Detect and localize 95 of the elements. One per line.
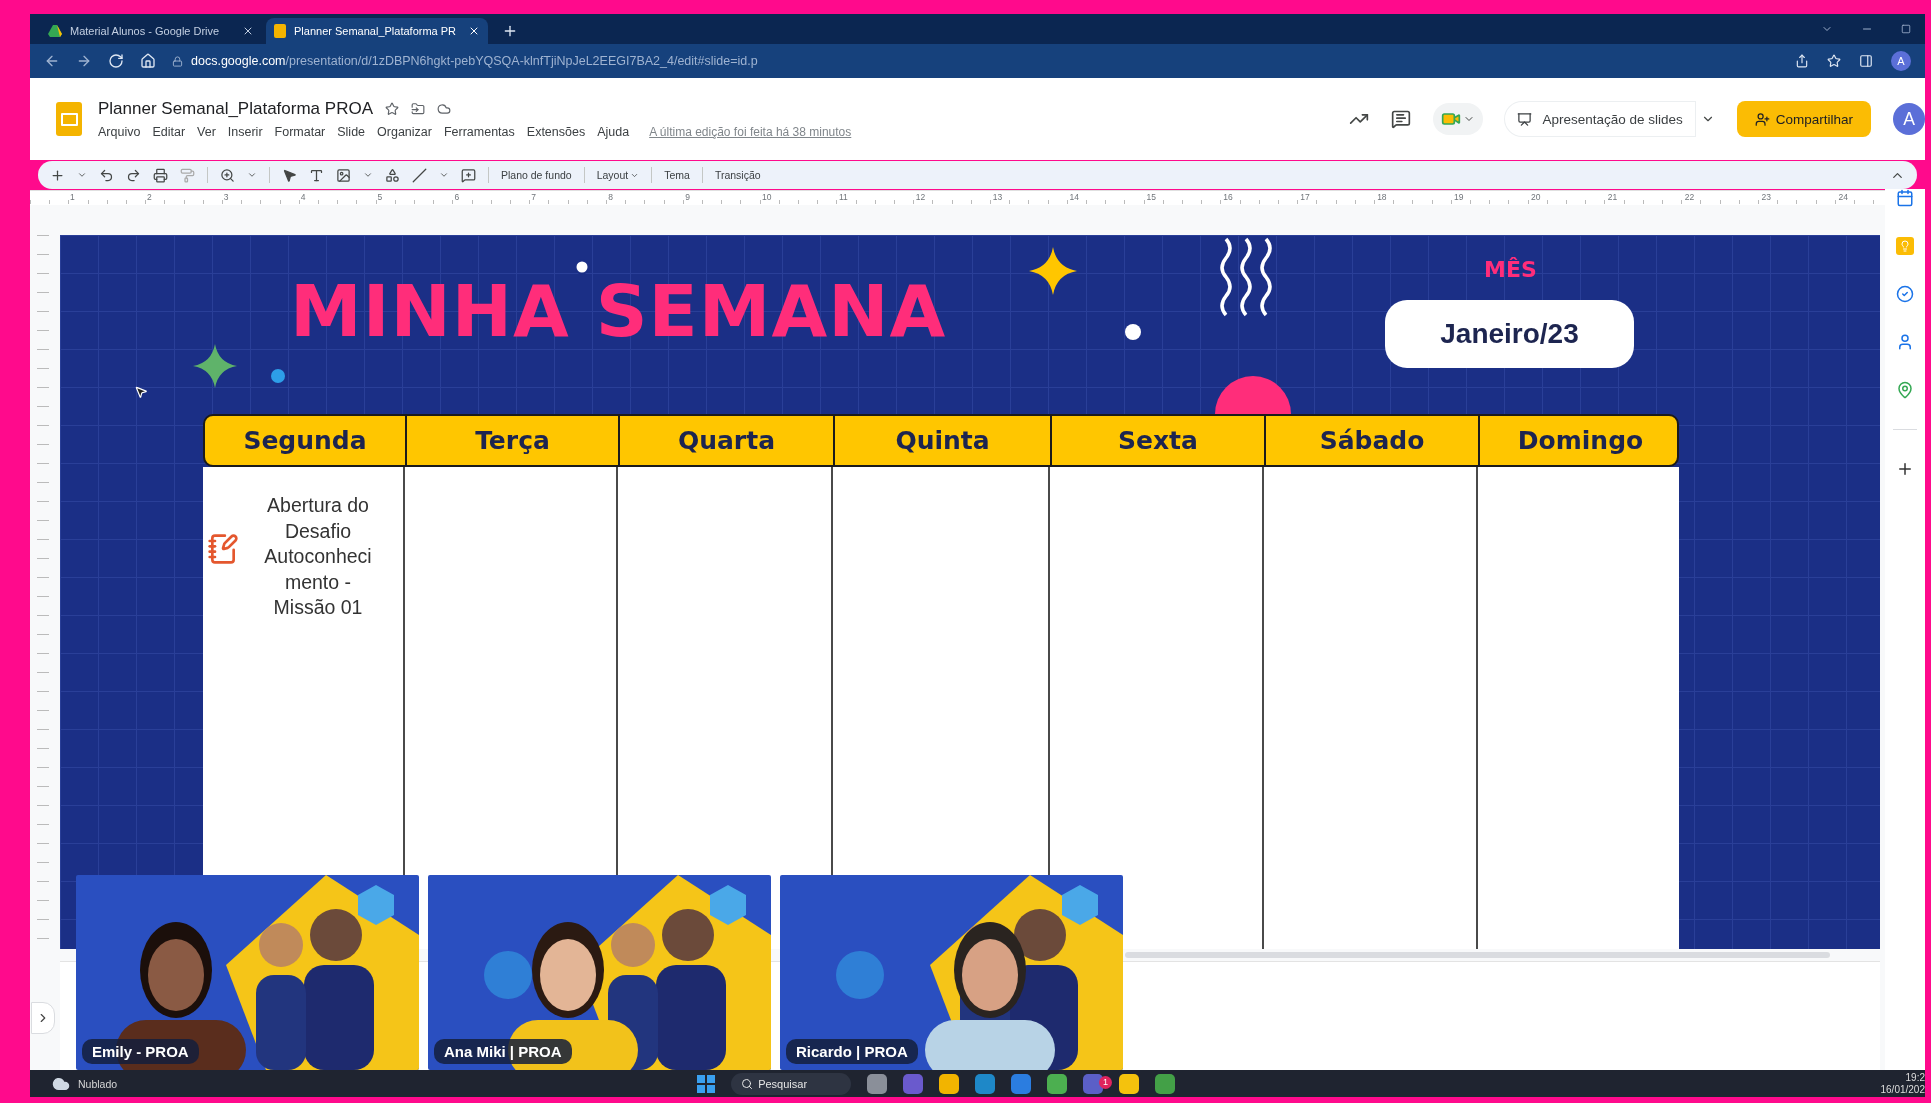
caret-icon[interactable] <box>363 170 373 180</box>
toolbar-button[interactable]: Plano de fundo <box>501 169 572 181</box>
caret-icon[interactable] <box>247 170 257 180</box>
app-icon[interactable] <box>975 1073 996 1094</box>
share-button[interactable]: Compartilhar <box>1736 101 1871 137</box>
zoom-icon[interactable] <box>220 167 235 183</box>
scrollbar[interactable] <box>1125 952 1830 958</box>
caret-icon[interactable] <box>77 170 87 180</box>
present-icon <box>1517 111 1533 127</box>
day-header: Segunda <box>242 425 368 457</box>
menu-item[interactable]: Slide <box>337 125 366 139</box>
menu-item[interactable]: Extensões <box>526 125 586 139</box>
comments-icon[interactable] <box>1391 109 1412 129</box>
tasks-icon[interactable] <box>1896 285 1914 303</box>
share-icon[interactable] <box>1795 54 1809 68</box>
profile-avatar[interactable]: A <box>1891 51 1911 71</box>
close-icon[interactable] <box>242 25 254 37</box>
menu-item[interactable]: Formatar <box>274 125 326 139</box>
forward-icon[interactable] <box>76 53 92 69</box>
document-title[interactable]: Planner Semanal_Plataforma PROA <box>98 99 373 119</box>
month-pill: Janeiro/23 <box>1385 300 1634 368</box>
menu-item[interactable]: Inserir <box>227 125 263 139</box>
task-entry: Abertura do Desafio Autoconheci mento - Missão 01 <box>263 493 373 620</box>
add-icon[interactable] <box>50 167 65 183</box>
calendar-icon[interactable] <box>1896 189 1914 207</box>
slide-title: MINHA SEMANA <box>290 275 947 347</box>
weather-text[interactable]: Nublado <box>78 1077 118 1090</box>
print-icon[interactable] <box>153 167 168 183</box>
back-icon[interactable] <box>44 53 60 69</box>
image-icon[interactable] <box>336 167 351 183</box>
dot-icon <box>271 369 285 383</box>
close-icon[interactable] <box>468 25 480 37</box>
day-header: Quinta <box>833 416 1050 465</box>
participant-name: Emily - PROA <box>82 1039 199 1064</box>
meet-button[interactable] <box>1433 103 1484 135</box>
menu-item[interactable]: Organizar <box>377 125 432 139</box>
reload-icon[interactable] <box>108 53 124 69</box>
comment-icon[interactable] <box>461 167 476 183</box>
last-edit-link[interactable]: A última edição foi feita há 38 minutos <box>649 125 852 139</box>
day-header: Sexta <box>1050 416 1264 465</box>
app-icon[interactable] <box>1011 1073 1032 1094</box>
participant-name: Ricardo | PROA <box>786 1039 918 1064</box>
add-icon[interactable] <box>1896 460 1914 478</box>
cursor-icon <box>134 385 148 399</box>
triangle-icon <box>48 25 62 37</box>
browser-tab[interactable]: Planner Semanal_Plataforma PR <box>266 18 488 44</box>
redo-icon[interactable] <box>126 167 141 183</box>
search-icon <box>741 1077 754 1090</box>
menu-item[interactable]: Editar <box>152 125 186 139</box>
text-box-icon[interactable] <box>309 167 324 183</box>
shapes-icon[interactable] <box>385 167 400 183</box>
app-icon[interactable] <box>867 1073 888 1094</box>
menu-item[interactable]: Arquivo <box>98 125 141 139</box>
app-icon[interactable] <box>903 1073 924 1094</box>
address-field[interactable]: docs.google.com/presentation/d/1zDBPN6hgkt-pebYQSQA-klnfTjiNpJeL2EEGI7BA2_4/edit#slide=id.p <box>172 54 758 68</box>
clock[interactable]: 19:2 16/01/202 <box>1880 1071 1925 1096</box>
menu-item[interactable]: Ver <box>197 125 216 139</box>
lock-icon <box>172 55 183 67</box>
home-icon[interactable] <box>140 53 156 69</box>
dot-icon <box>1125 324 1141 340</box>
taskbar-search[interactable]: Pesquisar <box>731 1072 852 1095</box>
windows-start-icon[interactable] <box>697 1074 716 1093</box>
folder-icon[interactable] <box>411 102 425 116</box>
slides-icon <box>274 24 286 38</box>
ring-icon <box>573 258 591 276</box>
menu-item[interactable]: Ferramentas <box>443 125 515 139</box>
participant-name: Ana Miki | PROA <box>434 1039 572 1064</box>
side-panel-icon[interactable] <box>1859 54 1873 68</box>
present-button[interactable]: Apresentação de slides <box>1505 102 1695 136</box>
account-avatar[interactable]: A <box>1893 103 1925 135</box>
menu-item[interactable]: Ajuda <box>597 125 630 139</box>
toolbar-button[interactable]: Tema <box>664 169 690 181</box>
select-icon[interactable] <box>282 167 297 183</box>
toolbar-button[interactable]: Transição <box>714 169 761 181</box>
day-header: Quarta <box>618 416 833 465</box>
sparkle-icon <box>193 344 237 388</box>
toolbar-button[interactable]: Layout <box>596 169 640 181</box>
maximize-icon[interactable] <box>1901 24 1911 34</box>
new-tab-icon[interactable] <box>502 23 518 39</box>
line-icon[interactable] <box>412 167 427 183</box>
day-header: Terça <box>405 416 618 465</box>
cloud-icon[interactable] <box>437 102 451 116</box>
map-pin-icon[interactable] <box>1896 381 1914 399</box>
star-icon[interactable] <box>385 102 399 116</box>
browser-tab[interactable]: Material Alunos - Google Drive <box>40 18 262 44</box>
add-person-icon <box>1754 111 1770 127</box>
notification-badge: 1 <box>1099 1075 1113 1089</box>
caret-icon[interactable] <box>439 170 449 180</box>
undo-icon[interactable] <box>99 167 114 183</box>
day-header: Sábado <box>1264 416 1478 465</box>
notepad-pencil-icon <box>207 533 239 565</box>
month-label: MÊS <box>1484 257 1537 282</box>
contacts-icon[interactable] <box>1896 333 1914 351</box>
sparkle-icon <box>1029 247 1077 295</box>
day-header: Domingo <box>1478 416 1677 465</box>
